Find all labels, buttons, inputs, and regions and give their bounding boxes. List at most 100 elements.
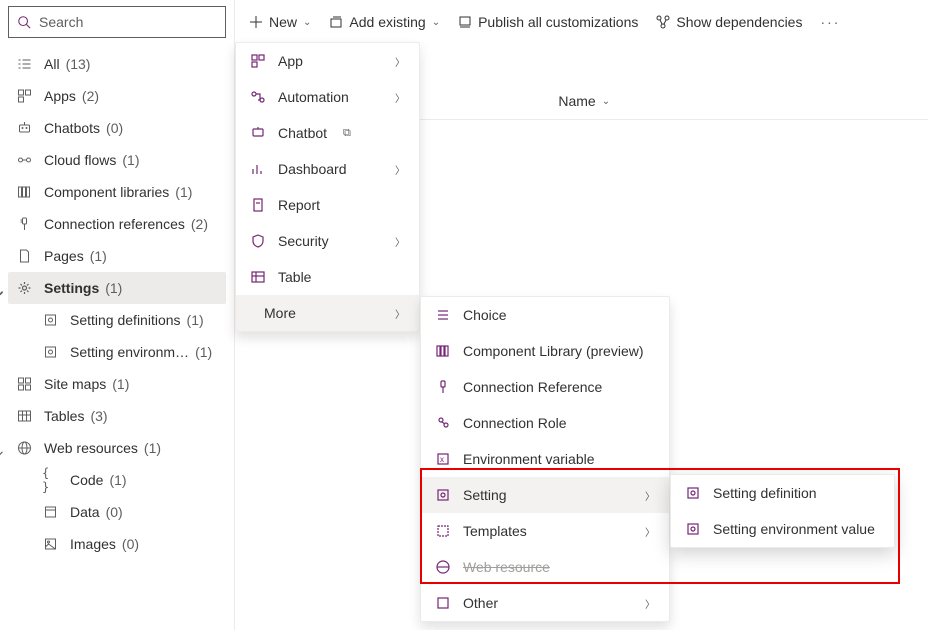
- menu-item-component-library-preview-[interactable]: Component Library (preview): [421, 333, 669, 369]
- menu-label: Chatbot: [278, 125, 327, 141]
- menu-item-other[interactable]: Other〉: [421, 585, 669, 621]
- nav-count: (0): [106, 504, 123, 520]
- nav-count: (1): [105, 280, 122, 296]
- menu-item-report[interactable]: Report: [236, 187, 419, 223]
- new-button[interactable]: New ⌄: [249, 14, 311, 30]
- nav-count: (0): [106, 120, 123, 136]
- sidebar-item-code[interactable]: { } Code (1): [8, 464, 226, 496]
- menu-label: Setting: [463, 487, 507, 503]
- menu-item-setting-environment-value[interactable]: Setting environment value: [671, 511, 894, 547]
- menu-label: Report: [278, 197, 320, 213]
- menu-icon: [435, 416, 451, 430]
- nav-count: (1): [112, 376, 129, 392]
- menu-label: More: [264, 305, 296, 321]
- menu-icon: [435, 596, 451, 610]
- chevron-down-icon: ⌄: [432, 17, 440, 28]
- more-submenu: Choice Component Library (preview) Connect…: [420, 296, 670, 622]
- search-placeholder: Search: [39, 14, 83, 30]
- nav-count: (13): [66, 56, 91, 72]
- nav-count: (1): [144, 440, 161, 456]
- nav-count: (3): [90, 408, 107, 424]
- sidebar: Search All (13)Apps (2)Chatbots (0)Cloud…: [0, 0, 235, 630]
- menu-item-table[interactable]: Table: [236, 259, 419, 295]
- menu-item-setting[interactable]: Setting〉: [421, 477, 669, 513]
- menu-item-dashboard[interactable]: Dashboard〉: [236, 151, 419, 187]
- sidebar-item-images[interactable]: Images (0): [8, 528, 226, 560]
- sidebar-item-data[interactable]: Data (0): [8, 496, 226, 528]
- sidebar-item-web-resources[interactable]: ⌄Web resources (1): [8, 432, 226, 464]
- sidebar-item-chatbots[interactable]: Chatbots (0): [8, 112, 226, 144]
- nav-label: Pages: [44, 248, 84, 264]
- menu-item-chatbot[interactable]: Chatbot ⧉: [236, 115, 419, 151]
- menu-item-environment-variable[interactable]: x Environment variable: [421, 441, 669, 477]
- chevron-down-icon: ⌄: [303, 17, 311, 28]
- nav-icon: [16, 121, 32, 135]
- menu-label: Security: [278, 233, 329, 249]
- chevron-right-icon: 〉: [395, 90, 405, 105]
- more-icon: ···: [820, 14, 840, 30]
- sidebar-item-cloud-flows[interactable]: Cloud flows (1): [8, 144, 226, 176]
- menu-item-more[interactable]: More 〉: [236, 295, 419, 331]
- external-icon: ⧉: [343, 127, 351, 140]
- menu-item-web-resource[interactable]: Web resource: [421, 549, 669, 585]
- menu-label: Environment variable: [463, 451, 595, 467]
- menu-label: Component Library (preview): [463, 343, 644, 359]
- sidebar-item-all[interactable]: All (13): [8, 48, 226, 80]
- nav-icon: [16, 217, 32, 231]
- nav-label: Images: [70, 536, 116, 552]
- sidebar-item-pages[interactable]: Pages (1): [8, 240, 226, 272]
- nav-icon: [16, 249, 32, 263]
- menu-item-connection-role[interactable]: Connection Role: [421, 405, 669, 441]
- setting-icon: [685, 522, 701, 536]
- chevron-right-icon: 〉: [395, 306, 405, 321]
- sidebar-item-setting-definitions[interactable]: Setting definitions (1): [8, 304, 226, 336]
- menu-label: App: [278, 53, 303, 69]
- nav-label: Connection references: [44, 216, 185, 232]
- sidebar-item-tables[interactable]: ›Tables (3): [8, 400, 226, 432]
- menu-item-app[interactable]: App〉: [236, 43, 419, 79]
- nav-icon: [16, 281, 32, 295]
- menu-item-automation[interactable]: Automation 〉: [236, 79, 419, 115]
- menu-item-security[interactable]: Security 〉: [236, 223, 419, 259]
- menu-item-choice[interactable]: Choice: [421, 297, 669, 333]
- search-input[interactable]: Search: [8, 6, 226, 38]
- menu-label: Automation: [278, 89, 349, 105]
- nav-icon: [16, 185, 32, 199]
- menu-item-templates[interactable]: Templates〉: [421, 513, 669, 549]
- menu-item-connection-reference[interactable]: Connection Reference: [421, 369, 669, 405]
- sidebar-item-component-libraries[interactable]: Component libraries (1): [8, 176, 226, 208]
- deps-button[interactable]: Show dependencies: [656, 14, 802, 30]
- sidebar-item-setting-environm-[interactable]: Setting environm… (1): [8, 336, 226, 368]
- nav-icon: { }: [42, 466, 58, 494]
- chevron-down-icon: ⌄: [0, 282, 6, 299]
- add-existing-button[interactable]: Add existing ⌄: [329, 14, 440, 30]
- nav-label: Tables: [44, 408, 84, 424]
- add-existing-icon: [329, 15, 343, 29]
- menu-icon: [250, 54, 266, 68]
- nav-label: Setting environm…: [70, 344, 189, 360]
- nav-label: Data: [70, 504, 100, 520]
- chevron-right-icon: 〉: [395, 234, 405, 249]
- sidebar-item-connection-references[interactable]: Connection references (2): [8, 208, 226, 240]
- menu-icon: [250, 126, 266, 140]
- svg-text:x: x: [440, 455, 444, 464]
- overflow-button[interactable]: ···: [820, 14, 840, 30]
- deps-label: Show dependencies: [676, 14, 802, 30]
- menu-label: Setting environment value: [713, 521, 875, 537]
- sidebar-item-apps[interactable]: Apps (2): [8, 80, 226, 112]
- deps-icon: [656, 15, 670, 29]
- main-area: New ⌄ Add existing ⌄ Publish all customi…: [235, 0, 928, 630]
- sidebar-item-site-maps[interactable]: Site maps (1): [8, 368, 226, 400]
- nav-count: (1): [90, 248, 107, 264]
- nav-label: Cloud flows: [44, 152, 116, 168]
- menu-item-setting-definition[interactable]: Setting definition: [671, 475, 894, 511]
- menu-icon: [250, 90, 266, 104]
- publish-button[interactable]: Publish all customizations: [458, 14, 638, 30]
- nav-label: Setting definitions: [70, 312, 181, 328]
- nav-count: (1): [109, 472, 126, 488]
- column-name[interactable]: Name ⌄: [558, 93, 610, 109]
- nav-label: Code: [70, 472, 103, 488]
- nav-count: (1): [122, 152, 139, 168]
- nav-icon: [16, 409, 32, 423]
- sidebar-item-settings[interactable]: ⌄Settings (1): [8, 272, 226, 304]
